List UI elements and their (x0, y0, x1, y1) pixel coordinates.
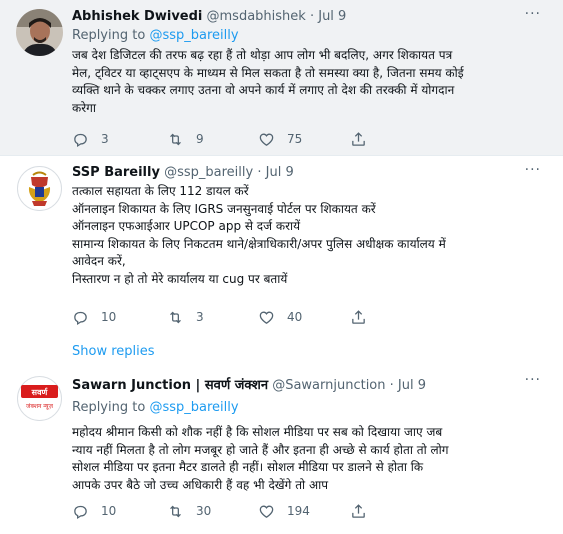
replying-to: Replying to @ssp_bareilly (72, 28, 239, 43)
retweet-count: 3 (196, 310, 204, 324)
retweet-count: 9 (196, 132, 204, 146)
replying-to: Replying to @ssp_bareilly (72, 400, 239, 415)
like-count: 75 (287, 132, 303, 146)
share-button[interactable] (350, 307, 367, 327)
tweet-line: निस्तारण न हो तो मेरे कार्यालय या cug पर… (72, 271, 288, 286)
replying-handle-link[interactable]: @ssp_bareilly (149, 400, 238, 415)
tweet-line: ऑनलाइन शिकायत के लिए IGRS जनसुनवाई पोर्ट… (72, 201, 376, 216)
tweet-sawarn-junction[interactable]: सवर्ण जंक्शन न्यूज़ Sawarn Junction | सव… (0, 366, 563, 534)
reply-button[interactable]: 10 (72, 307, 116, 327)
like-icon (259, 133, 274, 146)
reply-icon (74, 311, 87, 325)
like-count: 194 (287, 504, 310, 518)
author-name[interactable]: Abhishek Dwivedi (72, 9, 202, 24)
retweet-icon (170, 311, 181, 323)
reply-button[interactable]: 3 (72, 129, 109, 149)
author-handle[interactable]: @ssp_bareilly (164, 165, 253, 180)
avatar-logo-line1: सवर्ण (31, 387, 49, 397)
retweet-icon (170, 133, 181, 145)
avatar-logo-line2: जंक्शन न्यूज़ (26, 403, 54, 410)
tweet-line: मेल, ट्विटर या व्हाट्सएप के माध्यम से मि… (72, 65, 464, 80)
tweet-line: जब देश डिजिटल की तरफ बढ़ रहा हैं तो थोड़… (72, 48, 453, 62)
separator-dot: · (257, 165, 262, 180)
tweet-header: Abhishek Dwivedi @msdabhishek · Jul 9 (72, 9, 547, 24)
author-name[interactable]: SSP Bareilly (72, 165, 160, 180)
author-handle[interactable]: @msdabhishek (207, 9, 306, 24)
tweet-text: जब देश डिजिटल की तरफ बढ़ रहा हैं तो थोड़… (72, 47, 542, 117)
tweet-ssp-bareilly[interactable]: SSP Bareilly @ssp_bareilly · Jul 9 ··· त… (0, 156, 563, 366)
replying-prefix: Replying to (72, 28, 150, 43)
retweet-icon (170, 505, 181, 517)
tweet-date[interactable]: Jul 9 (266, 165, 294, 180)
tweet-text: तत्काल सहायता के लिए 112 डायल करें ऑनलाइ… (72, 183, 542, 288)
tweet-line: तत्काल सहायता के लिए 112 डायल करें (72, 184, 249, 198)
like-icon (259, 505, 274, 518)
like-button[interactable]: 194 (258, 501, 310, 521)
share-button[interactable] (350, 501, 367, 521)
tweet-line: आपके उपर बैठे जो उच्च अधिकारी हैं वह भी … (72, 477, 329, 492)
more-icon[interactable]: ··· (525, 372, 541, 388)
tweet-actions: 10 3 40 (72, 307, 452, 327)
avatar-sawarn-junction[interactable]: सवर्ण जंक्शन न्यूज़ (16, 375, 63, 422)
retweet-button[interactable]: 30 (167, 501, 211, 521)
tweet-header: Sawarn Junction | सवर्ण जंक्शन @Sawarnju… (72, 375, 547, 393)
tweet-line: आवेदन करें, (72, 254, 126, 268)
tweet-line: व्यक्ति थाने के चक्कर लगाए उतना वो अपने … (72, 83, 455, 97)
reply-icon (74, 505, 87, 519)
share-icon (352, 131, 365, 146)
tweet-line: सामान्य शिकायत के लिए निकटतम थाने/क्षेत्… (72, 236, 446, 251)
retweet-button[interactable]: 3 (167, 307, 204, 327)
tweet-text: महोदय श्रीमान किसी को शौक नहीं है कि सोश… (72, 424, 542, 494)
separator-dot: · (389, 378, 394, 393)
replying-prefix: Replying to (72, 400, 150, 415)
tweet-header: SSP Bareilly @ssp_bareilly · Jul 9 (72, 165, 547, 180)
retweet-count: 30 (196, 504, 212, 518)
tweet-date[interactable]: Jul 9 (318, 9, 346, 24)
tweet-line: न्याय नहीं मिलता है तो लोग मजबूर हो जाते… (72, 442, 449, 457)
tweet-actions: 10 30 194 (72, 501, 452, 521)
reply-button[interactable]: 10 (72, 501, 116, 521)
author-name[interactable]: Sawarn Junction | सवर्ण जंक्शन (72, 378, 268, 393)
share-button[interactable] (350, 129, 367, 149)
reply-count: 10 (101, 310, 117, 324)
like-count: 40 (287, 310, 303, 324)
show-replies-link[interactable]: Show replies (72, 344, 155, 359)
like-button[interactable]: 40 (258, 307, 302, 327)
share-icon (352, 309, 365, 324)
like-icon (259, 311, 274, 324)
tweet-actions: 3 9 75 (72, 129, 452, 149)
like-button[interactable]: 75 (258, 129, 302, 149)
reply-count: 3 (101, 132, 109, 146)
avatar-ssp-bareilly[interactable] (16, 165, 63, 212)
avatar-abhishek[interactable] (16, 9, 63, 56)
tweet-line: महोदय श्रीमान किसी को शौक नहीं है कि सोश… (72, 425, 443, 439)
tweet-line: करेगा (72, 100, 96, 115)
reply-count: 10 (101, 504, 117, 518)
tweet-abhishek[interactable]: Abhishek Dwivedi @msdabhishek · Jul 9 ··… (0, 0, 563, 155)
tweet-date[interactable]: Jul 9 (398, 378, 426, 393)
reply-icon (74, 133, 87, 147)
tweet-line: सोशल मीडिया पर इतना मैटर डालते ही नहीं। … (72, 460, 424, 474)
share-icon (352, 503, 365, 518)
more-icon[interactable]: ··· (525, 162, 541, 178)
author-handle[interactable]: @Sawarnjunction (272, 378, 385, 393)
retweet-button[interactable]: 9 (167, 129, 204, 149)
replying-handle-link[interactable]: @ssp_bareilly (149, 28, 238, 43)
tweet-line: ऑनलाइन एफआईआर UPCOP app से दर्ज करायें (72, 219, 301, 233)
separator-dot: · (309, 9, 315, 24)
more-icon[interactable]: ··· (525, 6, 541, 22)
